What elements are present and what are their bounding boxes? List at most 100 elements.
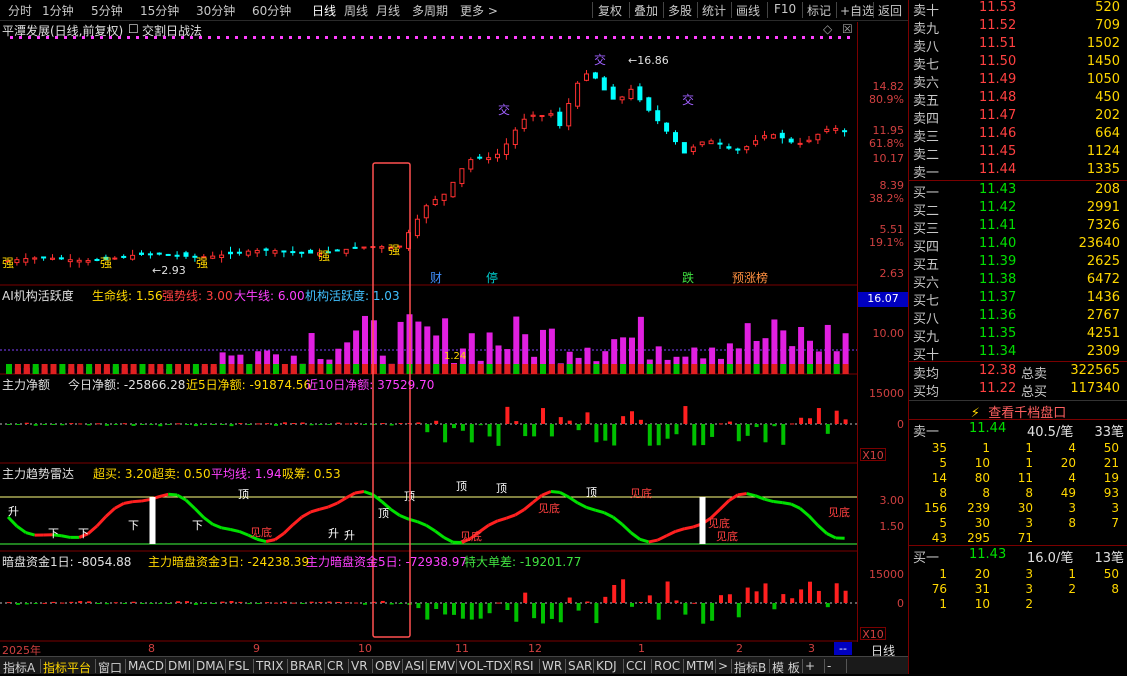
ai-base-bar — [264, 364, 270, 374]
back-button[interactable]: 返回 — [878, 2, 902, 19]
indicator-tab[interactable]: 窗口 — [98, 659, 122, 676]
indicator-tab[interactable]: VOL-TDX — [459, 659, 511, 673]
order-label: 卖七 — [913, 54, 939, 73]
sell-order-row[interactable]: 卖七11.501450 — [909, 54, 1127, 72]
net-bar — [381, 423, 385, 424]
indicator-tab[interactable]: MTM — [686, 659, 714, 673]
buy-order-row[interactable]: 买四11.4023640 — [909, 236, 1127, 254]
indicator-tab[interactable]: > — [718, 659, 728, 673]
net-bar — [354, 423, 358, 424]
sell-order-row[interactable]: 卖八11.511502 — [909, 36, 1127, 54]
order-volume: 664 — [1095, 126, 1120, 141]
period-tab-5min[interactable]: 5分钟 — [91, 2, 123, 19]
signal-dot — [226, 36, 229, 39]
indicator-tab[interactable]: BRAR — [290, 659, 323, 673]
period-tab-multi[interactable]: 多周期 — [412, 2, 448, 19]
ai-base-bar — [229, 364, 235, 374]
radar-mark: 顶 — [378, 507, 389, 520]
period-tab-60min[interactable]: 60分钟 — [252, 2, 291, 19]
period-tab-monthly[interactable]: 月线 — [376, 2, 400, 19]
indicator-tab[interactable]: 模 板 — [772, 659, 800, 676]
dark-bar — [43, 603, 47, 604]
draw-line-button[interactable]: 画线 — [736, 2, 760, 19]
statistics-button[interactable]: 统计 — [702, 2, 726, 19]
buy-order-row[interactable]: 买六11.386472 — [909, 272, 1127, 290]
net-bar — [390, 424, 394, 426]
period-tab-more[interactable]: 更多 > — [460, 2, 498, 19]
indicator-tab[interactable]: ROC — [654, 659, 680, 673]
indicator-tab[interactable]: WR — [542, 659, 562, 673]
period-tab-weekly[interactable]: 周线 — [344, 2, 368, 19]
indicator-tab[interactable]: TRIX — [256, 659, 283, 673]
period-tab-15min[interactable]: 15分钟 — [140, 2, 179, 19]
mark-button[interactable]: 标记 — [807, 2, 831, 19]
dark-bar — [532, 603, 536, 618]
net-bar — [345, 423, 349, 424]
yaxis-pct-3: 38.2% — [857, 192, 908, 205]
buy-order-row[interactable]: 买三11.417326 — [909, 218, 1127, 236]
net-bar — [238, 423, 242, 424]
sell-order-row[interactable]: 卖六11.491050 — [909, 72, 1127, 90]
indicator-tab[interactable]: SAR — [568, 659, 592, 673]
dark-bar — [203, 603, 207, 604]
buy-order-row[interactable]: 买八11.362767 — [909, 308, 1127, 326]
sell-order-row[interactable]: 卖三11.46664 — [909, 126, 1127, 144]
sell-order-row[interactable]: 卖四11.47202 — [909, 108, 1127, 126]
scroll-end-button[interactable]: -- — [834, 642, 852, 655]
overlay-button[interactable]: 叠加 — [634, 2, 658, 19]
period-tab-timeshare[interactable]: 分时 — [8, 2, 32, 19]
buy-order-row[interactable]: 买九11.354251 — [909, 326, 1127, 344]
dark-bar — [541, 603, 545, 623]
indicator-tab[interactable]: DMI — [168, 659, 191, 673]
candle-body — [415, 219, 419, 235]
indicator-tab[interactable]: 指标B — [734, 659, 766, 676]
period-tab-daily[interactable]: 日线 — [312, 2, 336, 19]
indicator-tab[interactable]: ASI — [405, 659, 424, 673]
indicator-tab[interactable]: CR — [327, 659, 344, 673]
indicator-tab[interactable]: 指标A — [3, 659, 35, 676]
indicator-tab[interactable]: CCI — [626, 659, 646, 673]
indicator-tab[interactable]: 指标平台 — [43, 659, 91, 676]
candle-body — [300, 252, 304, 253]
sell-order-row[interactable]: 卖二11.451124 — [909, 144, 1127, 162]
yaxis-dark-1: 0 — [857, 597, 908, 610]
dark-bar — [799, 589, 803, 603]
radar-mark: 顶 — [496, 482, 507, 495]
queue-row: 51012021 — [909, 456, 1127, 471]
ai-base-bar — [184, 364, 190, 374]
chart-area[interactable]: ←2.93←16.86强强强强强交交交财停跌预涨榜1.24升下下下升下升顶顶顶顶… — [0, 22, 857, 642]
indicator-tab[interactable]: FSL — [228, 659, 249, 673]
indicator-tab[interactable]: - — [827, 659, 831, 673]
indicator-tab[interactable]: DMA — [196, 659, 224, 673]
indicator-tab[interactable]: EMV — [429, 659, 455, 673]
dark-bar — [559, 603, 563, 622]
restore-rights-button[interactable]: 复权 — [598, 2, 622, 19]
buy-order-row[interactable]: 买五11.392625 — [909, 254, 1127, 272]
dark-bar — [25, 603, 29, 604]
buy-order-row[interactable]: 买十11.342309 — [909, 344, 1127, 362]
sell-order-row[interactable]: 卖五11.48450 — [909, 90, 1127, 108]
period-tab-1min[interactable]: 1分钟 — [42, 2, 74, 19]
indicator-tab[interactable]: OBV — [375, 659, 401, 673]
sell-order-row[interactable]: 卖一11.441335 — [909, 162, 1127, 180]
multi-stock-button[interactable]: 多股 — [668, 2, 692, 19]
buy-order-row[interactable]: 买一11.43208 — [909, 182, 1127, 200]
depth-button[interactable]: ⚡ 查看千档盘口 — [909, 400, 1127, 420]
add-favorite-button[interactable]: +自选 — [840, 2, 874, 19]
candle-body — [593, 73, 597, 78]
sell-order-row[interactable]: 卖九11.52709 — [909, 18, 1127, 36]
indicator-tab[interactable]: KDJ — [596, 659, 617, 673]
indicator-tab[interactable]: VR — [351, 659, 368, 673]
indicator-tab[interactable]: RSI — [514, 659, 534, 673]
f10-button[interactable]: F10 — [774, 2, 796, 16]
indicator-tab[interactable]: + — [805, 659, 815, 673]
buy-order-row[interactable]: 买二11.422991 — [909, 200, 1127, 218]
ai-base-bar — [273, 364, 279, 374]
net-bar — [105, 424, 109, 426]
buy-order-row[interactable]: 买七11.371436 — [909, 290, 1127, 308]
indicator-tab[interactable]: MACD — [128, 659, 164, 673]
sell-order-row[interactable]: 卖十11.53520 — [909, 0, 1127, 18]
date-label: 12 — [528, 642, 542, 655]
period-tab-30min[interactable]: 30分钟 — [196, 2, 235, 19]
net-line-2: 近10日净额: 37529.70 — [306, 376, 434, 393]
